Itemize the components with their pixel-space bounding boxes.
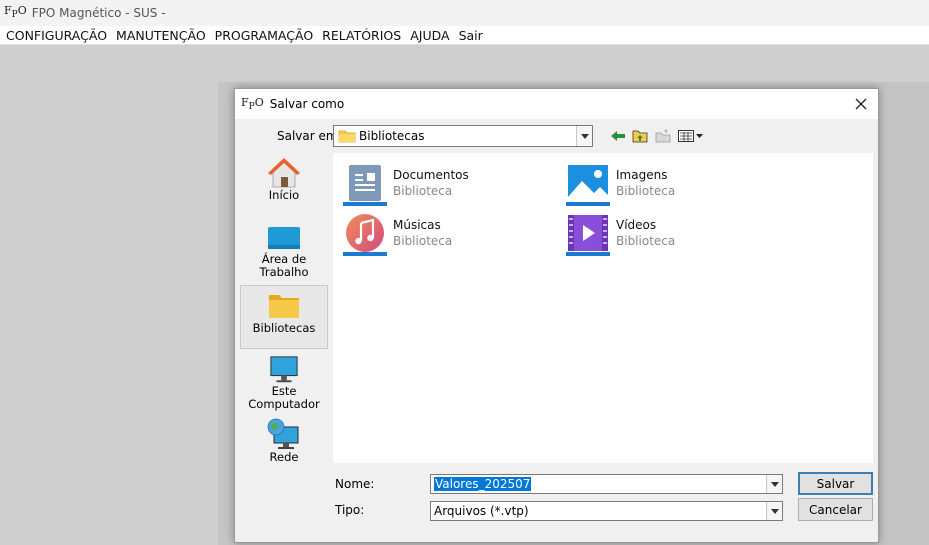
back-button[interactable] bbox=[609, 127, 627, 145]
save-in-value: Bibliotecas bbox=[359, 129, 425, 143]
name-label: Nome: bbox=[335, 477, 375, 491]
app-title-bar: FPO FPO Magnético - SUS - bbox=[0, 0, 929, 26]
new-folder-button[interactable] bbox=[654, 127, 672, 145]
library-type: Biblioteca bbox=[616, 234, 676, 248]
up-folder-icon bbox=[632, 130, 648, 143]
chevron-down-icon[interactable] bbox=[766, 475, 782, 493]
view-menu-button[interactable] bbox=[677, 127, 705, 145]
menu-sair[interactable]: Sair bbox=[455, 28, 488, 43]
up-folder-button[interactable] bbox=[631, 127, 649, 145]
save-in-label: Salvar em: bbox=[277, 129, 342, 143]
library-name: Músicas bbox=[393, 218, 441, 232]
place-label: Área de Trabalho bbox=[259, 252, 309, 279]
place-label: Rede bbox=[269, 450, 299, 464]
library-name: Documentos bbox=[393, 168, 469, 182]
music-icon bbox=[343, 214, 387, 256]
library-name: Vídeos bbox=[616, 218, 657, 232]
app-title: FPO Magnético - SUS - bbox=[31, 6, 166, 20]
new-folder-icon bbox=[655, 129, 671, 143]
menu-bar: CONFIGURAÇÃO MANUTENÇÃO PROGRAMAÇÃO RELA… bbox=[0, 26, 929, 45]
places-bar: Início Área de Trabalho Bibliotecas Este… bbox=[240, 151, 328, 471]
home-icon bbox=[267, 158, 301, 188]
place-label: Este Computador bbox=[248, 384, 320, 411]
view-menu-icon bbox=[678, 130, 703, 142]
save-button[interactable]: Salvar bbox=[798, 472, 873, 495]
app-logo: FPO bbox=[4, 4, 27, 21]
type-label: Tipo: bbox=[335, 503, 365, 517]
cancel-button[interactable]: Cancelar bbox=[798, 498, 873, 521]
folder-icon bbox=[338, 130, 356, 143]
place-este-computador[interactable]: Este Computador bbox=[240, 355, 328, 411]
dialog-title-bar: FPO Salvar como bbox=[235, 89, 878, 119]
close-icon bbox=[855, 98, 867, 110]
place-inicio[interactable]: Início bbox=[240, 157, 328, 211]
file-type-value: Arquivos (*.vtp) bbox=[434, 504, 529, 518]
monitor-icon bbox=[270, 356, 298, 383]
library-type: Biblioteca bbox=[616, 184, 676, 198]
menu-programacao[interactable]: PROGRAMAÇÃO bbox=[211, 28, 319, 43]
place-label: Início bbox=[268, 188, 300, 202]
library-item-musicas[interactable]: Músicas Biblioteca bbox=[343, 213, 553, 257]
library-item-videos[interactable]: Vídeos Biblioteca bbox=[566, 213, 776, 257]
place-area-de-trabalho[interactable]: Área de Trabalho bbox=[240, 223, 328, 283]
menu-relatorios[interactable]: RELATÓRIOS bbox=[318, 28, 406, 43]
library-item-documentos[interactable]: Documentos Biblioteca bbox=[343, 163, 553, 207]
videos-icon bbox=[566, 215, 610, 256]
documents-icon bbox=[343, 165, 387, 206]
save-in-dropdown[interactable]: Bibliotecas bbox=[333, 125, 593, 147]
dialog-title: Salvar como bbox=[269, 97, 345, 111]
file-name-value: Valores_202507 bbox=[434, 477, 532, 491]
place-label: Bibliotecas bbox=[252, 321, 316, 335]
place-bibliotecas[interactable]: Bibliotecas bbox=[240, 285, 328, 349]
pictures-icon bbox=[566, 165, 610, 206]
menu-ajuda[interactable]: AJUDA bbox=[406, 28, 454, 43]
menu-manutencao[interactable]: MANUTENÇÃO bbox=[112, 28, 211, 43]
desktop-icon bbox=[268, 227, 300, 249]
chevron-down-icon bbox=[766, 502, 782, 520]
folder-icon bbox=[269, 295, 299, 318]
network-icon bbox=[267, 418, 299, 449]
file-name-input[interactable]: Valores_202507 bbox=[430, 474, 783, 494]
library-name: Imagens bbox=[616, 168, 668, 182]
file-type-dropdown[interactable]: Arquivos (*.vtp) bbox=[430, 501, 783, 521]
save-as-dialog: FPO Salvar como Salvar em: Bibliotecas I… bbox=[234, 88, 879, 543]
library-type: Biblioteca bbox=[393, 184, 453, 198]
menu-configuracao[interactable]: CONFIGURAÇÃO bbox=[2, 28, 112, 43]
library-type: Biblioteca bbox=[393, 234, 453, 248]
back-arrow-icon bbox=[611, 131, 625, 141]
library-item-imagens[interactable]: Imagens Biblioteca bbox=[566, 163, 776, 207]
dialog-logo: FPO bbox=[241, 95, 264, 113]
file-list[interactable]: Documentos Biblioteca Imagens Biblioteca bbox=[333, 153, 873, 463]
close-button[interactable] bbox=[850, 93, 872, 115]
place-rede[interactable]: Rede bbox=[240, 417, 328, 471]
chevron-down-icon bbox=[576, 126, 592, 146]
